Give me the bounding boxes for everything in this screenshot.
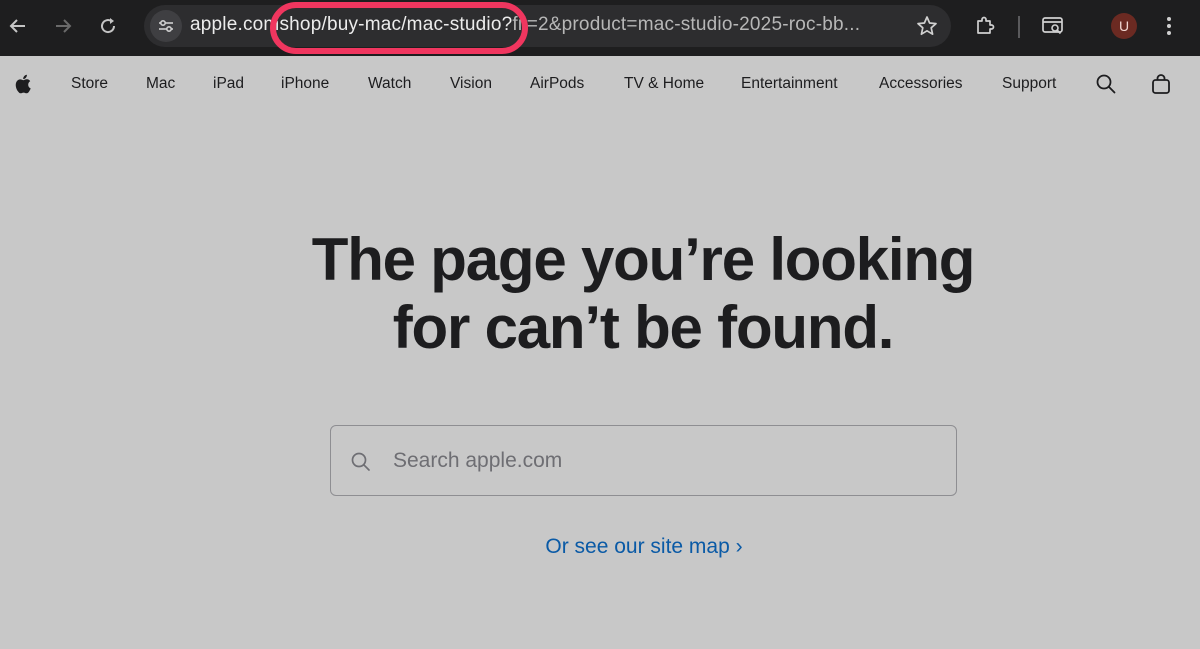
bookmark-star-icon	[917, 16, 937, 36]
nav-item-accessories[interactable]: Accessories	[879, 75, 963, 93]
nav-item-mac[interactable]: Mac	[146, 75, 175, 93]
back-arrow-icon	[9, 19, 25, 33]
search-tab-button[interactable]	[1035, 8, 1071, 44]
profile-avatar[interactable]: U	[1111, 13, 1137, 39]
nav-item-entertainment[interactable]: Entertainment	[741, 75, 838, 93]
nav-item-ipad[interactable]: iPad	[213, 75, 244, 93]
nav-item-tv-home[interactable]: TV & Home	[624, 75, 704, 93]
apple-global-nav: Store Mac iPad iPhone Watch Vision AirPo…	[0, 56, 1200, 114]
reload-button[interactable]	[90, 8, 126, 44]
url-text[interactable]: apple.comshop/buy-mac/mac-studio?fil=2&p…	[190, 14, 860, 36]
nav-item-watch[interactable]: Watch	[368, 75, 411, 93]
search-icon[interactable]	[1094, 72, 1118, 96]
bag-icon[interactable]	[1149, 72, 1173, 96]
nav-item-store[interactable]: Store	[71, 75, 108, 93]
extensions-button[interactable]	[967, 8, 1003, 44]
url-host: apple.com	[190, 14, 280, 35]
nav-item-airpods[interactable]: AirPods	[530, 75, 584, 93]
page-title-line-2: for can’t be found.	[392, 294, 895, 361]
search-field-container	[330, 425, 957, 496]
apple-logo-icon[interactable]	[13, 72, 35, 96]
forward-button[interactable]	[45, 8, 81, 44]
site-info-icon	[159, 19, 173, 33]
nav-item-iphone[interactable]: iPhone	[281, 75, 329, 93]
page-title: The page you’re looking for can’t be fou…	[0, 226, 1200, 362]
address-bar[interactable]: apple.comshop/buy-mac/mac-studio?fil=2&p…	[144, 5, 951, 47]
extensions-icon	[977, 16, 995, 34]
site-info-button[interactable]	[150, 10, 182, 42]
url-path-highlighted: shop/buy-mac/mac-studio?	[279, 14, 513, 35]
back-button[interactable]	[0, 8, 36, 44]
browser-toolbar: apple.comshop/buy-mac/mac-studio?fil=2&p…	[0, 0, 1200, 56]
sitemap-link[interactable]: Or see our site map ›	[545, 535, 742, 558]
search-input[interactable]	[393, 440, 933, 482]
reload-icon	[101, 18, 116, 34]
forward-arrow-icon	[56, 19, 72, 33]
sitemap-container: Or see our site map ›	[0, 535, 1200, 559]
toolbar-separator	[1018, 16, 1020, 38]
nav-item-vision[interactable]: Vision	[450, 75, 492, 93]
search-field-icon	[351, 452, 370, 471]
nav-item-support[interactable]: Support	[1002, 75, 1056, 93]
page-title-line-1: The page you’re looking	[311, 226, 976, 293]
kebab-menu-icon	[1167, 17, 1171, 35]
url-rest: fil=2&product=mac-studio-2025-roc-bb...	[512, 14, 861, 35]
browser-menu-button[interactable]	[1151, 8, 1187, 44]
bookmark-button[interactable]	[911, 10, 943, 42]
search-tab-icon	[1042, 17, 1063, 35]
